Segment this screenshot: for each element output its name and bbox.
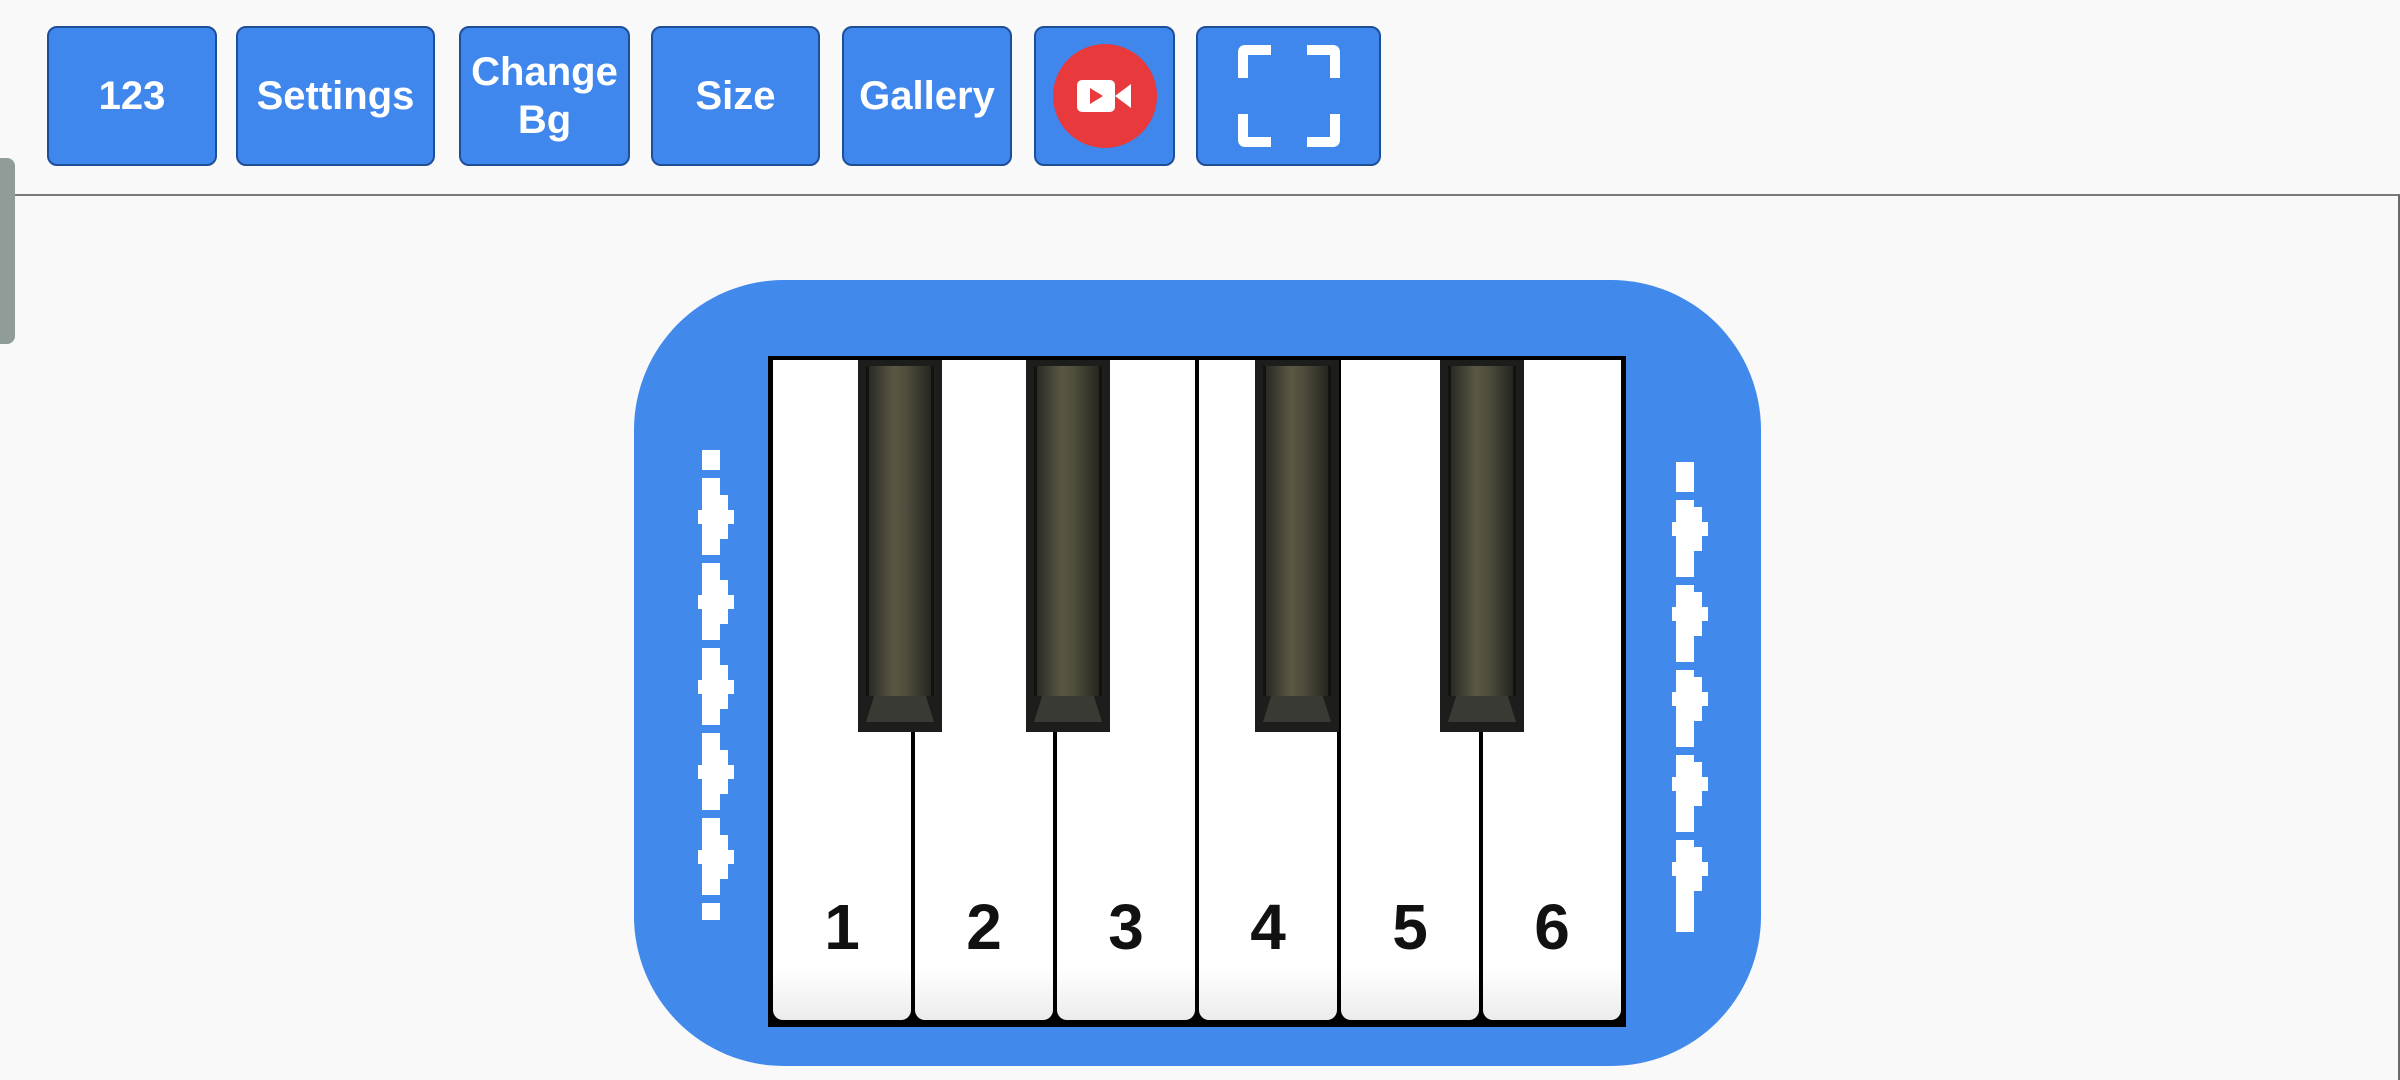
black-key-1[interactable] (858, 360, 942, 732)
video-record-icon (1052, 44, 1157, 148)
key-label: 1 (824, 891, 860, 963)
app-screen: 123 Settings Change Bg Size Gallery 1 2 … (0, 0, 2400, 1080)
right-decoration (1672, 462, 1708, 932)
fullscreen-icon (1237, 45, 1340, 147)
left-decoration (698, 450, 734, 920)
gallery-button[interactable]: Gallery (842, 26, 1012, 166)
piano-keyboard: 1 2 3 4 5 6 (768, 356, 1626, 1027)
key-label: 4 (1250, 891, 1286, 963)
fullscreen-button[interactable] (1196, 26, 1381, 166)
key-label: 2 (966, 891, 1002, 963)
black-key-2[interactable] (1026, 360, 1110, 732)
key-label: 3 (1108, 891, 1144, 963)
key-label: 6 (1534, 891, 1570, 963)
record-button[interactable] (1034, 26, 1175, 166)
black-key-4[interactable] (1440, 360, 1524, 732)
size-button[interactable]: Size (651, 26, 820, 166)
change-bg-button[interactable]: Change Bg (459, 26, 630, 166)
numbers-button[interactable]: 123 (47, 26, 217, 166)
black-key-3[interactable] (1255, 360, 1339, 732)
drawer-handle[interactable] (0, 158, 15, 344)
key-label: 5 (1392, 891, 1428, 963)
settings-button[interactable]: Settings (236, 26, 435, 166)
